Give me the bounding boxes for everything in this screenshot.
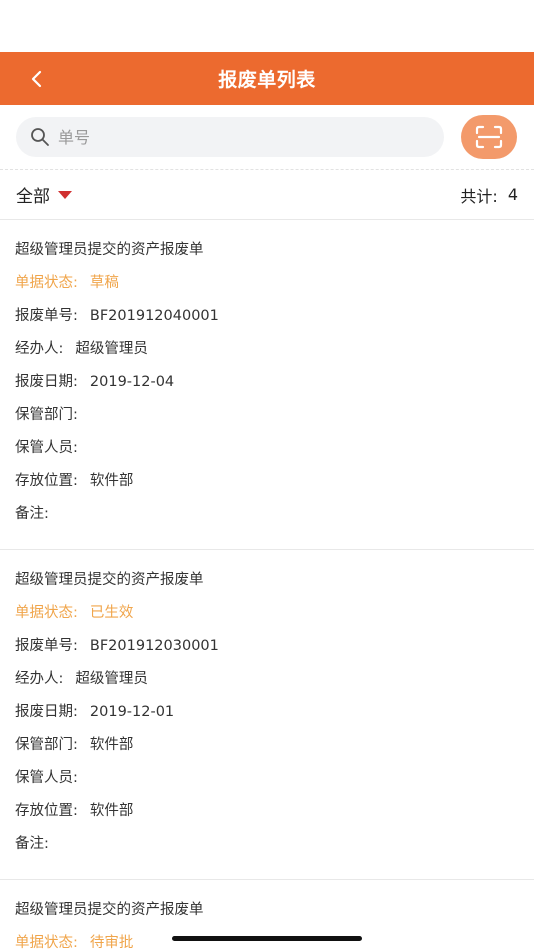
search-box[interactable]	[16, 117, 444, 157]
nav-bar: 报废单列表	[0, 52, 534, 105]
record-location: 存放位置: 软件部	[15, 803, 134, 819]
total-value: 4	[507, 185, 518, 204]
record-dept: 保管部门: 软件部	[15, 737, 134, 753]
scan-button[interactable]	[461, 115, 517, 159]
total-count: 共计: 4	[460, 183, 518, 207]
home-indicator	[172, 936, 362, 941]
record-date: 报废日期: 2019-12-01	[15, 704, 175, 720]
filter-row: 全部 共计: 4	[0, 170, 534, 220]
record-card[interactable]: 超级管理员提交的资产报废单 单据状态: 已生效 报废单号: BF20191203…	[0, 550, 534, 880]
record-list: 超级管理员提交的资产报废单 单据状态: 草稿 报废单号: BF201912040…	[0, 220, 534, 950]
scan-icon	[475, 125, 503, 149]
record-title: 超级管理员提交的资产报废单	[15, 572, 204, 588]
record-keeper: 保管人员:	[15, 440, 78, 456]
record-date: 报废日期: 2019-12-04	[15, 374, 175, 390]
chevron-left-icon	[31, 70, 42, 87]
record-status: 单据状态: 草稿	[15, 275, 119, 291]
back-button[interactable]	[22, 52, 52, 105]
search-row	[0, 105, 534, 169]
record-note: 备注:	[15, 506, 49, 522]
record-number: 报废单号: BF201912030001	[15, 638, 219, 654]
record-location: 存放位置: 软件部	[15, 473, 134, 489]
record-handler: 经办人: 超级管理员	[15, 671, 148, 687]
caret-down-icon	[58, 190, 72, 199]
record-number: 报废单号: BF201912040001	[15, 308, 219, 324]
search-input[interactable]	[58, 127, 398, 147]
status-filter-dropdown[interactable]: 全部	[16, 182, 72, 207]
record-title: 超级管理员提交的资产报废单	[15, 242, 204, 258]
record-status: 单据状态: 已生效	[15, 605, 134, 621]
total-label: 共计:	[460, 186, 498, 206]
record-keeper: 保管人员:	[15, 770, 78, 786]
filter-selected-label: 全部	[16, 187, 50, 207]
record-title: 超级管理员提交的资产报废单	[15, 902, 204, 918]
search-icon	[31, 128, 49, 146]
record-dept: 保管部门:	[15, 407, 78, 423]
page-title: 报废单列表	[218, 69, 316, 91]
record-card[interactable]: 超级管理员提交的资产报废单 单据状态: 草稿 报废单号: BF201912040…	[0, 220, 534, 550]
record-handler: 经办人: 超级管理员	[15, 341, 148, 357]
status-bar	[0, 0, 534, 52]
record-note: 备注:	[15, 836, 49, 852]
